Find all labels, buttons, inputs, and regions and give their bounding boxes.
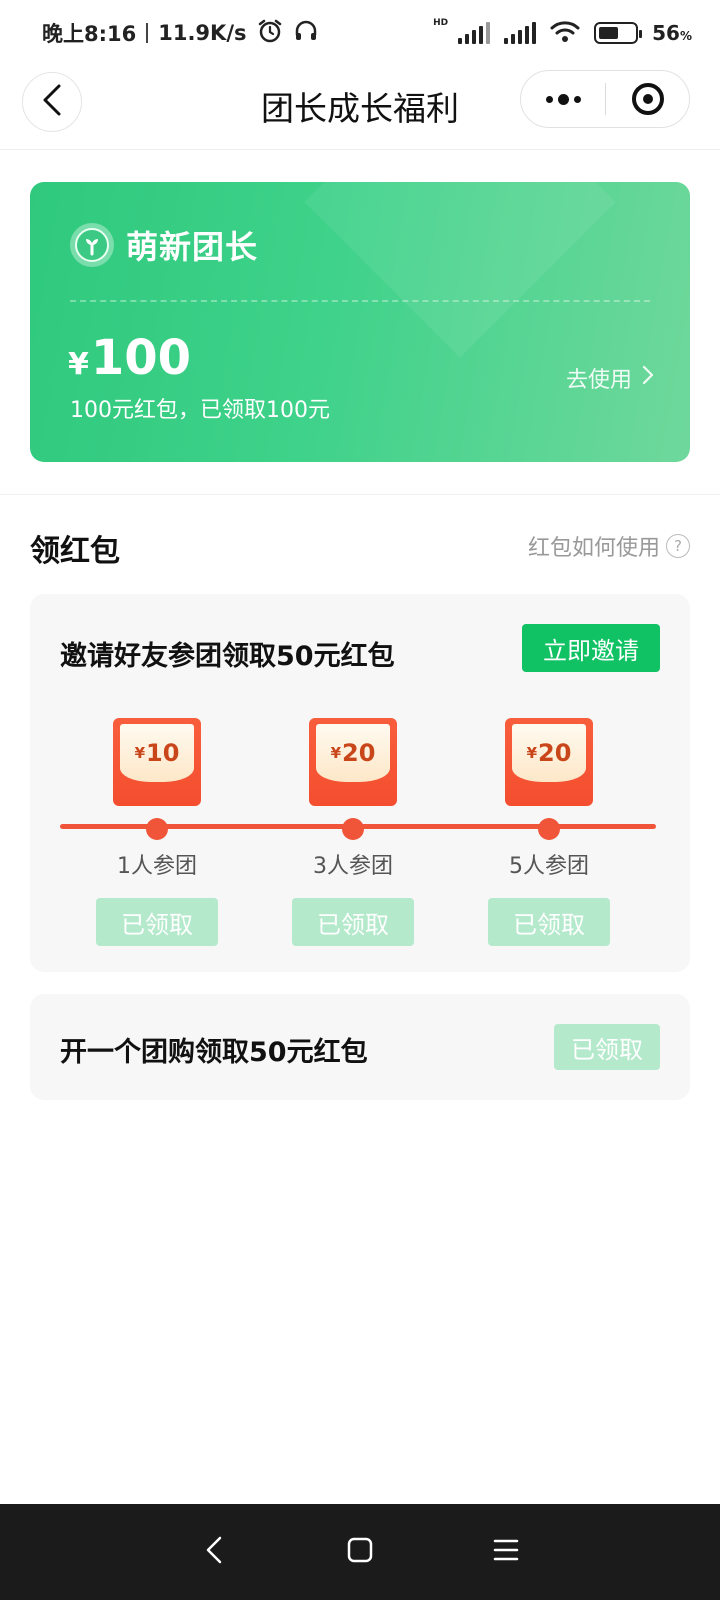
tier-currency: ¥ [526, 744, 538, 762]
close-button[interactable] [606, 71, 689, 127]
tier-claimed-button[interactable]: 已领取 [488, 898, 610, 946]
sprout-logo-icon [70, 223, 114, 267]
usage-help-label: 红包如何使用 [527, 536, 660, 561]
tier-label: 1人参团 [117, 854, 197, 879]
navigation-bar: 团长成长福利 [0, 66, 720, 150]
system-back-button[interactable] [141, 1504, 287, 1600]
reward-tier: ¥20 5人参团 已领取 [479, 718, 619, 946]
dashed-divider [70, 300, 650, 302]
status-right: HD 56% [433, 18, 692, 48]
level-header: 萌新团长 [70, 222, 258, 268]
open-group-task-title: 开一个团购领取50元红包 [60, 1037, 368, 1068]
tier-claimed-button[interactable]: 已领取 [292, 898, 414, 946]
system-home-button[interactable] [287, 1504, 433, 1600]
invite-task-card: 邀请好友参团领取50元红包 立即邀请 ¥10 1人参团 已领取 ¥20 3人参团… [30, 594, 690, 972]
back-triangle-icon [205, 1536, 223, 1568]
status-net-speed: 11.9K/s [158, 21, 247, 45]
system-menu-button[interactable] [433, 1504, 579, 1600]
more-dots-icon [545, 93, 581, 105]
more-button[interactable] [521, 71, 605, 127]
tier-amount: 10 [146, 739, 180, 767]
signal-icon-2 [504, 22, 537, 44]
status-bar: 晚上8:16 11.9K/s HD 56% [0, 0, 720, 66]
amount-value: 100 [90, 330, 192, 386]
red-envelope-icon: ¥20 [505, 718, 593, 806]
wifi-icon [550, 19, 580, 48]
battery-percent-value: 56 [652, 21, 680, 45]
level-card: 萌新团长 ¥ 100 100元红包，已领取100元 去使用 [30, 182, 690, 462]
menu-lines-icon [493, 1538, 519, 1566]
miniprogram-capsule [520, 70, 690, 128]
tier-currency: ¥ [134, 744, 146, 762]
progress-node [342, 818, 364, 840]
tier-claimed-button[interactable]: 已领取 [96, 898, 218, 946]
reward-tier: ¥10 1人参团 已领取 [87, 718, 227, 946]
battery-icon [594, 22, 643, 44]
invite-now-button[interactable]: 立即邀请 [522, 624, 660, 672]
red-envelope-icon: ¥20 [309, 718, 397, 806]
currency-symbol: ¥ [68, 347, 89, 382]
home-square-icon [347, 1537, 373, 1567]
tier-amount: 20 [342, 739, 376, 767]
headset-icon [293, 18, 319, 49]
chevron-right-icon [642, 365, 654, 391]
amount-description: 100元红包，已领取100元 [70, 398, 330, 423]
usage-help-link[interactable]: 红包如何使用 ? [528, 530, 690, 562]
red-packet-amount: ¥ 100 [68, 330, 191, 386]
reward-tier: ¥20 3人参团 已领取 [283, 718, 423, 946]
alarm-icon [257, 18, 283, 49]
battery-percent-unit: % [679, 29, 692, 43]
signal-icon [458, 22, 491, 44]
open-group-claimed-button[interactable]: 已领取 [554, 1024, 660, 1070]
use-label: 去使用 [565, 368, 632, 393]
level-name: 萌新团长 [126, 228, 259, 266]
red-envelope-icon: ¥10 [113, 718, 201, 806]
status-separator [146, 23, 149, 43]
tier-label: 5人参团 [509, 854, 589, 879]
hd-label: HD [433, 18, 449, 28]
use-link[interactable]: 去使用 [566, 362, 654, 394]
status-left: 晚上8:16 11.9K/s [42, 18, 319, 49]
section-divider [0, 494, 720, 495]
tier-currency: ¥ [330, 744, 342, 762]
status-time: 晚上8:16 [42, 22, 137, 46]
open-group-task-card: 开一个团购领取50元红包 已领取 [30, 994, 690, 1100]
tier-label: 3人参团 [313, 854, 393, 879]
progress-node [146, 818, 168, 840]
system-navigation-bar [0, 1504, 720, 1600]
progress-node [538, 818, 560, 840]
battery-percent: 56% [652, 21, 692, 45]
section-title: 领红包 [30, 534, 120, 569]
target-ring-icon [631, 83, 664, 115]
invite-task-title: 邀请好友参团领取50元红包 [60, 641, 395, 672]
tier-amount: 20 [538, 739, 572, 767]
question-icon: ? [666, 534, 690, 558]
